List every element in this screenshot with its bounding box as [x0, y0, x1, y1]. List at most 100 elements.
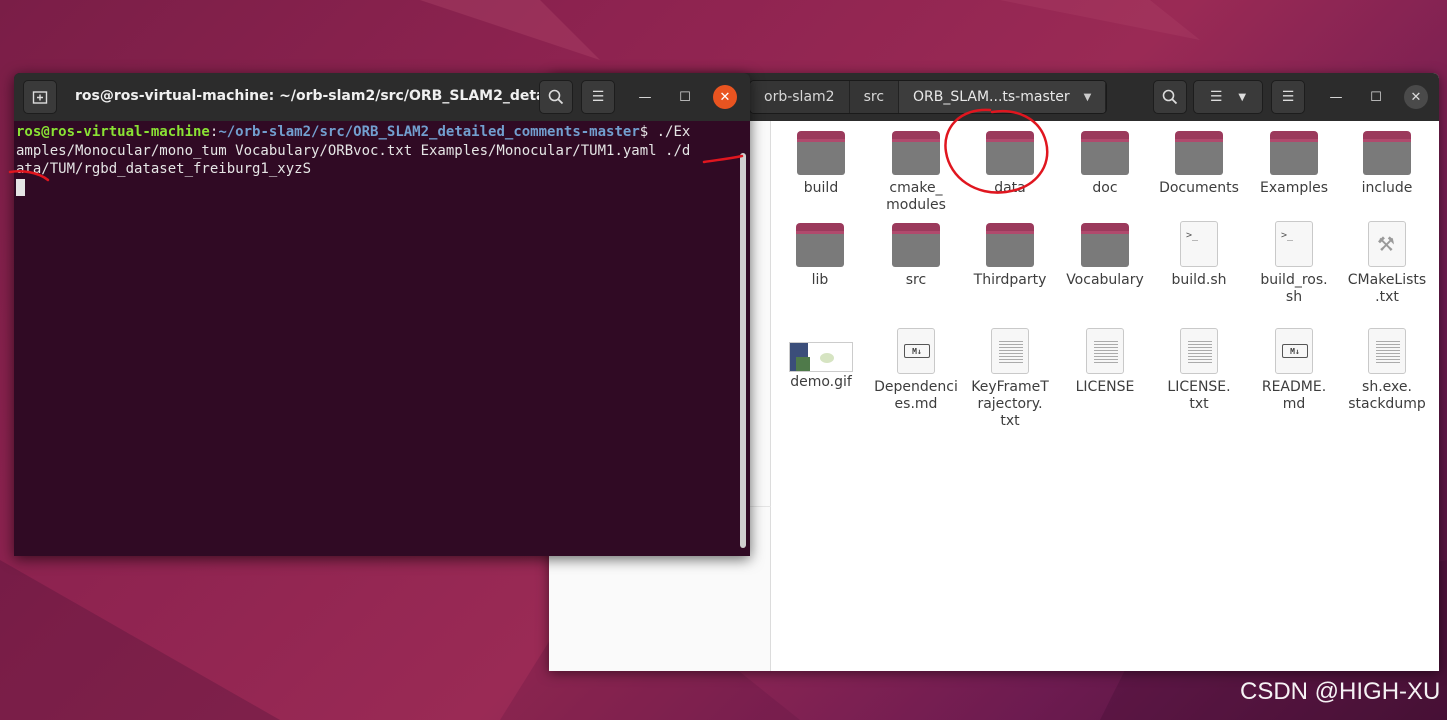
minimize-icon: — [638, 89, 652, 105]
text-file-icon [1368, 328, 1406, 374]
folder-examples[interactable]: Examples [1246, 131, 1342, 197]
item-label: data [994, 180, 1026, 196]
folder-lib[interactable]: lib [772, 223, 868, 289]
terminal-line: ata/TUM/rgbd_dataset_freiburg1_xyzS [16, 161, 312, 177]
breadcrumb-orb-slam2[interactable]: orb-slam2 [750, 81, 850, 113]
maximize-button[interactable]: ☐ [1364, 85, 1388, 109]
item-label: cmake_ modules [886, 180, 946, 213]
item-label: include [1361, 180, 1413, 196]
item-label: Dependenci es.md [874, 379, 958, 412]
terminal-scrollbar[interactable] [740, 153, 746, 548]
folder-doc[interactable]: doc [1057, 131, 1153, 197]
file-sh-exe-stackdump[interactable]: sh.exe. stackdump [1339, 328, 1435, 413]
item-label: Documents [1159, 180, 1239, 196]
cmake-file-icon: ⚒ [1368, 221, 1406, 267]
script-file-icon: >_ [1275, 221, 1313, 267]
item-label: sh.exe. stackdump [1348, 379, 1426, 412]
close-icon: ✕ [1410, 89, 1422, 105]
chevron-down-icon: ▼ [1083, 91, 1092, 103]
folder-vocabulary[interactable]: Vocabulary [1057, 223, 1153, 289]
terminal-output[interactable]: ros@ros-virtual-machine:~/orb-slam2/src/… [16, 123, 740, 553]
text-file-icon [1086, 328, 1124, 374]
terminal-menu-button[interactable]: ☰ [581, 80, 615, 114]
terminal-headerbar: ros@ros-virtual-machine: ~/orb-slam2/src… [14, 73, 750, 121]
terminal-title: ros@ros-virtual-machine: ~/orb-slam2/src… [75, 88, 567, 104]
menu-icon: ☰ [1281, 89, 1295, 105]
item-label: Examples [1259, 180, 1329, 196]
item-label: LICENSE. txt [1167, 379, 1231, 412]
folder-icon [1081, 223, 1129, 267]
item-label: Thirdparty [973, 272, 1047, 288]
terminal-search-button[interactable] [539, 80, 573, 114]
markdown-file-icon: M↓ [1275, 328, 1313, 374]
folder-documents[interactable]: Documents [1151, 131, 1247, 197]
folder-icon [892, 131, 940, 175]
item-label: build.sh [1171, 272, 1227, 288]
new-tab-button[interactable] [23, 80, 57, 114]
folder-build[interactable]: build [773, 131, 869, 197]
search-icon [548, 89, 564, 105]
folder-icon [986, 223, 1034, 267]
minimize-icon: — [1329, 89, 1343, 105]
script-file-icon: >_ [1180, 221, 1218, 267]
folder-icon [1270, 131, 1318, 175]
folder-thirdparty[interactable]: Thirdparty [962, 223, 1058, 289]
terminal-close-button[interactable]: ✕ [713, 85, 737, 109]
item-label: build_ros. sh [1260, 272, 1328, 305]
item-label: doc [1092, 180, 1118, 196]
terminal-minimize-button[interactable]: — [633, 85, 657, 109]
file-license[interactable]: LICENSE [1057, 328, 1153, 396]
file-readme-md[interactable]: M↓ README. md [1246, 328, 1342, 413]
folder-data[interactable]: data [962, 131, 1058, 197]
view-toggle-button[interactable]: ☰ ▼ [1193, 80, 1263, 114]
text-file-icon [1180, 328, 1218, 374]
prompt-path: ~/orb-slam2/src/ORB_SLAM2_detailed_comme… [218, 124, 640, 140]
menu-icon: ☰ [591, 89, 605, 105]
search-icon [1162, 89, 1178, 105]
item-label: Vocabulary [1066, 272, 1144, 288]
folder-icon [796, 223, 844, 267]
markdown-file-icon: M↓ [897, 328, 935, 374]
file-cmakelists[interactable]: ⚒ CMakeLists .txt [1339, 221, 1435, 306]
terminal-window: ros@ros-virtual-machine: ~/orb-slam2/src… [14, 73, 750, 556]
item-label: KeyFrameT rajectory. txt [971, 379, 1049, 429]
folder-icon [797, 131, 845, 175]
terminal-maximize-button[interactable]: ☐ [673, 85, 697, 109]
maximize-icon: ☐ [1370, 89, 1382, 105]
menu-button[interactable]: ☰ [1271, 80, 1305, 114]
new-tab-icon [32, 91, 48, 104]
item-label: lib [811, 272, 829, 288]
folder-icon [1363, 131, 1411, 175]
item-label: LICENSE [1075, 379, 1135, 395]
folder-icon [892, 223, 940, 267]
file-license-txt[interactable]: LICENSE. txt [1151, 328, 1247, 413]
breadcrumb-src[interactable]: src [849, 81, 900, 113]
file-demo-gif[interactable]: demo.gif [773, 328, 869, 391]
terminal-line: ros@ros-virtual-machine:~/orb-slam2/src/… [16, 123, 740, 142]
item-label: build [803, 180, 839, 196]
file-keyframetrajectory[interactable]: KeyFrameT rajectory. txt [962, 328, 1058, 430]
item-label: src [905, 272, 927, 288]
folder-icon [986, 131, 1034, 175]
path-bar: orb-slam2 src ORB_SLAM...ts-master ▼ [749, 80, 1108, 114]
close-button[interactable]: ✕ [1404, 85, 1428, 109]
terminal-line [16, 179, 740, 198]
file-grid: build cmake_ modules data doc Documents … [771, 121, 1439, 671]
search-button[interactable] [1153, 80, 1187, 114]
item-label: demo.gif [790, 374, 852, 390]
command-start: $ ./Ex [639, 124, 691, 140]
item-label: CMakeLists .txt [1347, 272, 1427, 305]
folder-include[interactable]: include [1339, 131, 1435, 197]
file-dependencies-md[interactable]: M↓ Dependenci es.md [868, 328, 964, 413]
breadcrumb-current[interactable]: ORB_SLAM...ts-master ▼ [899, 81, 1107, 113]
folder-cmake-modules[interactable]: cmake_ modules [868, 131, 964, 214]
item-label: README. md [1261, 379, 1327, 412]
breadcrumb-current-label: ORB_SLAM...ts-master [913, 89, 1070, 105]
file-build-sh[interactable]: >_ build.sh [1151, 221, 1247, 289]
text-file-icon [991, 328, 1029, 374]
minimize-button[interactable]: — [1324, 85, 1348, 109]
text-cursor [16, 179, 25, 196]
file-build-ros-sh[interactable]: >_ build_ros. sh [1246, 221, 1342, 306]
folder-src[interactable]: src [868, 223, 964, 289]
maximize-icon: ☐ [679, 89, 691, 105]
